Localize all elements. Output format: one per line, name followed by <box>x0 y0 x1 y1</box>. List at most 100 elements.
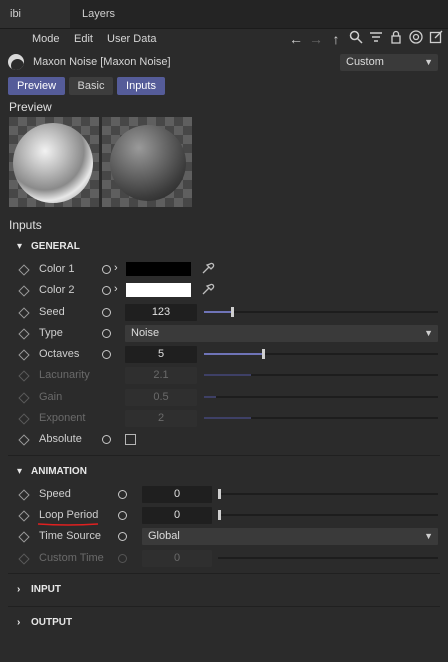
loop-period-input[interactable]: 0 <box>142 506 212 524</box>
octaves-input[interactable]: 5 <box>125 346 197 364</box>
slider-handle[interactable] <box>231 306 235 317</box>
divider <box>8 572 440 574</box>
seed-input[interactable]: 123 <box>125 303 197 321</box>
forward-arrow-icon[interactable]: → <box>308 30 324 48</box>
new-window-icon[interactable] <box>428 30 444 48</box>
tab-basic[interactable]: Basic <box>69 77 113 95</box>
preview-thumbnail-shaded[interactable] <box>102 117 192 207</box>
chevron-down-icon: ▾ <box>17 241 23 252</box>
keyframe-diamond-icon[interactable] <box>18 264 30 276</box>
group-input[interactable]: › INPUT <box>0 578 448 602</box>
absolute-checkbox[interactable] <box>125 434 136 446</box>
mode-select[interactable]: Custom ▼ <box>340 54 438 71</box>
menu-edit[interactable]: Edit <box>74 29 93 49</box>
chevron-down-icon: ▾ <box>17 465 23 477</box>
chevron-right-icon: › <box>17 583 21 595</box>
target-icon[interactable] <box>408 30 424 48</box>
gain-input: 0.5 <box>125 388 197 406</box>
preview-heading: Preview <box>9 100 52 114</box>
param-label: Octaves <box>39 348 80 361</box>
custom-time-slider <box>218 556 438 559</box>
chevron-down-icon: ▼ <box>424 531 433 542</box>
keyframe-diamond-icon[interactable] <box>18 328 30 340</box>
param-label: Color 2 <box>39 284 75 297</box>
animate-circle-icon[interactable] <box>102 350 111 360</box>
tab-attributes[interactable]: ibi <box>0 0 70 28</box>
speed-slider[interactable] <box>218 488 438 499</box>
keyframe-diamond-icon[interactable] <box>18 510 30 522</box>
speed-input[interactable]: 0 <box>142 485 212 503</box>
menu-user-data[interactable]: User Data <box>107 29 157 49</box>
animate-circle-icon[interactable] <box>102 265 111 274</box>
lacunarity-input: 2.1 <box>125 367 197 385</box>
slider-fill <box>204 417 251 420</box>
slider-handle[interactable] <box>218 488 221 499</box>
keyframe-diamond-icon <box>18 392 30 404</box>
param-label: Seed <box>39 305 65 318</box>
tab-preview[interactable]: Preview <box>8 77 65 95</box>
chevron-right-icon[interactable]: › <box>114 262 118 274</box>
param-gain: Gain 0.5 <box>0 387 448 408</box>
back-arrow-icon[interactable]: ← <box>288 30 304 48</box>
tab-inputs[interactable]: Inputs <box>117 77 165 95</box>
slider-fill <box>204 310 233 313</box>
gain-slider <box>204 395 438 398</box>
animate-circle-icon[interactable] <box>102 286 111 296</box>
animate-circle-icon[interactable] <box>118 510 127 520</box>
color-swatch[interactable] <box>126 283 191 298</box>
mode-select-value: Custom <box>346 56 384 68</box>
chevron-right-icon[interactable]: › <box>114 283 118 295</box>
loop-period-slider[interactable] <box>218 509 438 520</box>
animate-circle-icon[interactable] <box>102 435 111 445</box>
keyframe-diamond-icon[interactable] <box>18 285 30 297</box>
divider <box>8 605 440 607</box>
animate-circle-icon[interactable] <box>118 489 127 499</box>
object-title: Maxon Noise [Maxon Noise] <box>33 56 171 68</box>
search-icon[interactable] <box>348 30 364 48</box>
seed-slider[interactable] <box>204 306 438 317</box>
keyframe-diamond-icon[interactable] <box>18 349 30 361</box>
slider-handle[interactable] <box>218 509 221 520</box>
animate-circle-icon <box>118 553 127 563</box>
animate-circle-icon[interactable] <box>118 532 127 542</box>
param-type: Type Noise ▼ <box>0 323 448 344</box>
octaves-slider[interactable] <box>204 349 438 360</box>
filter-icon[interactable] <box>368 30 384 48</box>
shader-icon <box>8 54 24 70</box>
slider-handle[interactable] <box>261 349 265 360</box>
keyframe-diamond-icon <box>18 413 30 425</box>
param-label: Gain <box>39 390 63 403</box>
group-animation-label: ANIMATION <box>31 465 87 477</box>
color-swatch[interactable] <box>126 262 191 276</box>
eyedropper-icon[interactable] <box>201 282 215 299</box>
keyframe-diamond-icon[interactable] <box>18 489 30 501</box>
group-output[interactable]: › OUTPUT <box>0 611 448 635</box>
param-exponent: Exponent 2 <box>0 408 448 429</box>
group-animation[interactable]: ▾ ANIMATION <box>0 460 448 484</box>
type-dropdown[interactable]: Noise ▼ <box>125 324 438 342</box>
time-source-value: Global <box>148 530 180 543</box>
keyframe-diamond-icon[interactable] <box>18 434 30 447</box>
eyedropper-icon[interactable] <box>201 261 215 278</box>
param-custom-time: Custom Time 0 <box>0 548 448 569</box>
group-general[interactable]: ▾ GENERAL <box>0 235 448 259</box>
type-dropdown-value: Noise <box>131 326 160 339</box>
menu-mode[interactable]: Mode <box>32 29 60 49</box>
up-arrow-icon[interactable]: ↑ <box>328 30 344 48</box>
param-speed: Speed 0 <box>0 484 448 505</box>
preview-thumbnail-flat[interactable] <box>9 117 99 207</box>
keyframe-diamond-icon[interactable] <box>18 306 30 319</box>
param-label: Type <box>39 326 63 339</box>
keyframe-diamond-icon[interactable] <box>18 531 30 543</box>
time-source-dropdown[interactable]: Global ▼ <box>142 528 438 546</box>
lock-icon[interactable] <box>388 30 404 48</box>
lacunarity-slider <box>204 374 438 377</box>
tab-bar: ibi Layers <box>0 0 448 29</box>
animate-circle-icon[interactable] <box>102 307 111 317</box>
param-time-source: Time Source Global ▼ <box>0 526 448 547</box>
animate-circle-icon[interactable] <box>102 328 111 338</box>
tab-layers[interactable]: Layers <box>72 0 125 28</box>
param-absolute: Absolute <box>0 429 448 450</box>
noise-sphere-image <box>13 123 93 203</box>
slider-fill <box>204 395 216 398</box>
